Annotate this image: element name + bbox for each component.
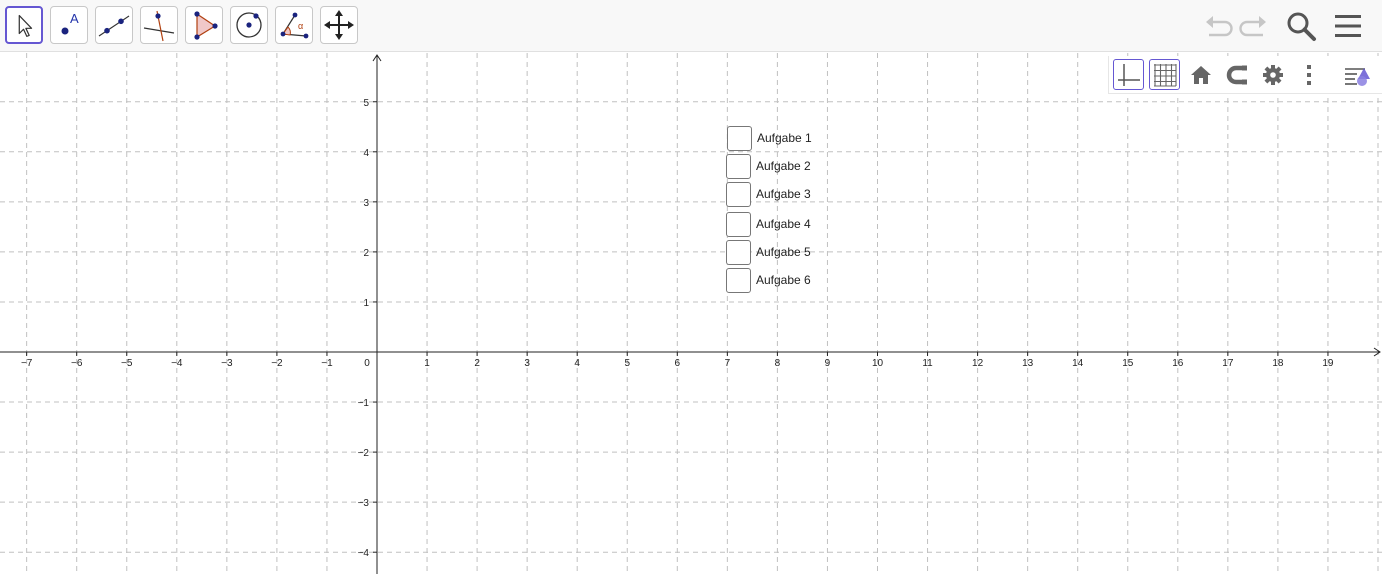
x-tick-label: −2 <box>271 358 283 369</box>
x-tick-label: 13 <box>1022 358 1034 369</box>
checkbox-aufgabe-4[interactable]: Aufgabe 4 <box>726 211 811 237</box>
x-tick-label: −5 <box>121 358 133 369</box>
style-bar-toggle-button[interactable] <box>1341 59 1372 90</box>
move-tool[interactable] <box>5 6 43 44</box>
x-tick-label: −6 <box>71 358 83 369</box>
perpendicular-line-tool[interactable] <box>140 6 178 44</box>
x-tick-label: 11 <box>922 358 933 369</box>
grid-icon <box>1153 63 1177 87</box>
checkbox-aufgabe-3[interactable]: Aufgabe 3 <box>726 181 811 207</box>
y-tick-label: 1 <box>363 298 369 309</box>
move-arrows-icon <box>324 10 354 40</box>
more-vert-icon <box>1306 64 1311 85</box>
x-tick-label: −7 <box>21 358 33 369</box>
show-grid-button[interactable] <box>1149 59 1180 90</box>
search-button[interactable] <box>1281 6 1321 46</box>
move-graphics-view-tool[interactable] <box>320 6 358 44</box>
angle-tool-label: α <box>298 21 303 31</box>
x-tick-label: 8 <box>775 358 781 369</box>
gear-icon <box>1262 64 1283 85</box>
x-tick-label: 6 <box>675 358 681 369</box>
checkbox-label: Aufgabe 5 <box>756 245 811 259</box>
perpendicular-line-icon <box>143 10 175 42</box>
x-tick-label: 10 <box>872 358 884 369</box>
x-tick-label: 18 <box>1272 358 1284 369</box>
graphics-view[interactable]: −7 −6 −5 −4 −3 −2 −1 0 1 2 3 4 5 6 7 8 9 10 11 12 13 14 15 16 17… <box>0 53 1382 574</box>
x-tick-label: 15 <box>1122 358 1134 369</box>
axes-icon <box>1117 63 1140 86</box>
polygon-tool[interactable] <box>185 6 223 44</box>
standard-view-button[interactable] <box>1185 59 1216 90</box>
x-tick-label: 9 <box>825 358 831 369</box>
line-icon <box>98 15 130 37</box>
polygon-icon <box>194 11 218 40</box>
point-capturing-button[interactable] <box>1221 59 1252 90</box>
menu-icon <box>1335 15 1361 37</box>
home-icon <box>1190 65 1211 84</box>
x-tick-label: 16 <box>1172 358 1184 369</box>
more-options-button[interactable] <box>1293 59 1324 90</box>
x-tick-label: 7 <box>725 358 731 369</box>
checkbox-label: Aufgabe 2 <box>756 159 811 173</box>
x-tick-label: 17 <box>1222 358 1234 369</box>
x-tick-label: 19 <box>1322 358 1334 369</box>
toolbar: A α <box>0 0 1382 52</box>
undo-button[interactable] <box>1198 6 1238 46</box>
checkbox-box[interactable] <box>727 125 752 151</box>
angle-icon: α <box>280 12 309 39</box>
line-tool[interactable] <box>95 6 133 44</box>
checkbox-box[interactable] <box>726 153 751 179</box>
checkbox-label: Aufgabe 1 <box>757 131 812 145</box>
search-icon <box>1287 12 1316 41</box>
checkbox-box[interactable] <box>726 267 751 293</box>
angle-tool[interactable]: α <box>275 6 313 44</box>
arrow-cursor-icon <box>18 14 33 37</box>
y-tick-label: 4 <box>363 148 369 159</box>
graphics-settings-button[interactable] <box>1257 59 1288 90</box>
x-tick-label: 4 <box>574 358 580 369</box>
y-tick-label: −4 <box>358 548 370 559</box>
redo-button[interactable] <box>1234 6 1274 46</box>
x-tick-label: −4 <box>171 358 183 369</box>
style-bar-toggle-icon <box>1344 67 1370 86</box>
x-tick-label: 0 <box>364 358 370 369</box>
y-tick-label: −2 <box>358 448 370 459</box>
y-tick-label: −1 <box>358 398 370 409</box>
checkbox-box[interactable] <box>726 211 751 237</box>
point-tool-label: A <box>70 11 79 26</box>
x-tick-label: 1 <box>424 358 430 369</box>
redo-icon <box>1239 16 1266 37</box>
checkbox-aufgabe-5[interactable]: Aufgabe 5 <box>726 239 811 265</box>
checkbox-aufgabe-6[interactable]: Aufgabe 6 <box>726 267 811 293</box>
x-tick-label: 3 <box>524 358 530 369</box>
main-menu-button[interactable] <box>1328 6 1368 46</box>
checkbox-label: Aufgabe 3 <box>756 187 811 201</box>
show-axes-button[interactable] <box>1113 59 1144 90</box>
point-icon: A <box>61 11 79 35</box>
y-tick-label: 3 <box>363 198 369 209</box>
checkbox-box[interactable] <box>726 181 751 207</box>
point-tool[interactable]: A <box>50 6 88 44</box>
checkbox-aufgabe-1[interactable]: Aufgabe 1 <box>727 125 812 151</box>
x-tick-label: 14 <box>1072 358 1084 369</box>
y-tick-label: 2 <box>363 248 369 259</box>
x-tick-label: 5 <box>624 358 630 369</box>
checkbox-box[interactable] <box>726 239 751 265</box>
undo-icon <box>1206 16 1233 37</box>
x-tick-label: −3 <box>221 358 233 369</box>
circle-icon <box>236 12 262 38</box>
style-bar <box>1108 56 1382 94</box>
checkbox-aufgabe-2[interactable]: Aufgabe 2 <box>726 153 811 179</box>
x-tick-label: 2 <box>474 358 480 369</box>
x-tick-label: 12 <box>972 358 984 369</box>
circle-tool[interactable] <box>230 6 268 44</box>
checkbox-label: Aufgabe 6 <box>756 273 811 287</box>
x-tick-label: −1 <box>321 358 333 369</box>
y-tick-label: 5 <box>363 98 369 109</box>
y-tick-label: −3 <box>358 498 370 509</box>
checkbox-label: Aufgabe 4 <box>756 217 811 231</box>
magnet-icon <box>1226 65 1247 84</box>
